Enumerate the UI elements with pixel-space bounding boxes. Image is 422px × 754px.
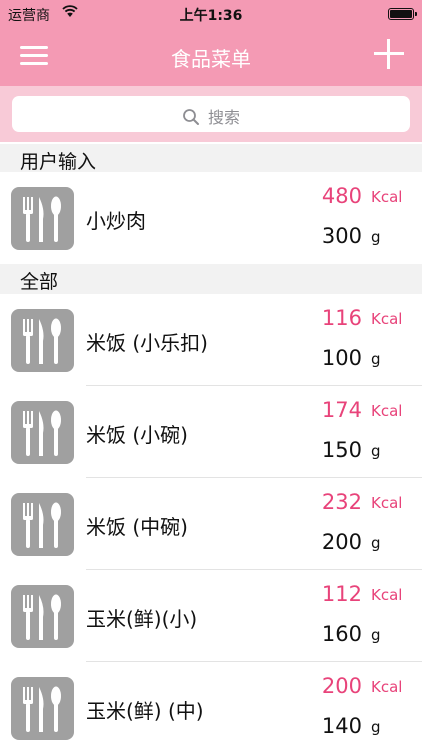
calorie-value: 116 [321, 306, 362, 330]
food-row[interactable]: 玉米(鲜) (中) 200 Kcal 140 g [0, 662, 422, 754]
food-row[interactable]: 米饭 (小乐扣) 116 Kcal 100 g [0, 294, 422, 386]
weight-unit: g [371, 626, 381, 644]
search-icon [183, 109, 199, 125]
cutlery-icon [11, 187, 74, 250]
search-input[interactable]: 搜索 [12, 96, 410, 132]
calorie-value: 480 [321, 184, 362, 208]
status-bar: 运营商 上午1:36 [0, 0, 422, 28]
calorie-unit: Kcal [371, 310, 403, 328]
food-name: 米饭 (小乐扣) [86, 331, 208, 355]
status-time: 上午1:36 [179, 8, 243, 24]
weight-unit: g [371, 534, 381, 552]
cutlery-icon [11, 493, 74, 556]
search-placeholder: 搜索 [207, 108, 240, 127]
calorie-value: 174 [321, 398, 362, 422]
hamburger-menu-icon[interactable] [20, 45, 48, 67]
food-name: 米饭 (小碗) [86, 423, 188, 447]
cutlery-icon [11, 585, 74, 648]
weight-value: 160 [321, 622, 362, 646]
weight-unit: g [371, 228, 381, 246]
plus-icon[interactable] [374, 39, 404, 69]
battery-icon [388, 8, 417, 20]
cutlery-icon [11, 401, 74, 464]
weight-value: 100 [321, 346, 362, 370]
calorie-unit: Kcal [371, 188, 403, 206]
food-row[interactable]: 玉米(鲜)(小) 112 Kcal 160 g [0, 570, 422, 662]
section-header-all: 全部 [0, 264, 422, 294]
food-row[interactable]: 小炒肉 480 Kcal 300 g [0, 172, 422, 264]
food-row[interactable]: 米饭 (中碗) 232 Kcal 200 g [0, 478, 422, 570]
section-header-user-input: 用户输入 [0, 144, 422, 174]
weight-value: 150 [321, 438, 362, 462]
weight-value: 200 [321, 530, 362, 554]
weight-unit: g [371, 442, 381, 460]
calorie-value: 232 [321, 490, 362, 514]
food-name: 小炒肉 [86, 209, 146, 233]
calorie-unit: Kcal [371, 494, 403, 512]
calorie-unit: Kcal [371, 586, 403, 604]
weight-unit: g [371, 718, 381, 736]
navigation-bar: 食品菜单 [0, 28, 422, 86]
food-name: 玉米(鲜)(小) [86, 607, 198, 631]
calorie-value: 200 [321, 674, 362, 698]
food-row[interactable]: 米饭 (小碗) 174 Kcal 150 g [0, 386, 422, 478]
calorie-unit: Kcal [371, 678, 403, 696]
weight-unit: g [371, 350, 381, 368]
weight-value: 140 [321, 714, 362, 738]
calorie-value: 112 [321, 582, 362, 606]
search-bar: 搜索 [0, 86, 422, 142]
food-name: 玉米(鲜) (中) [86, 699, 204, 723]
cutlery-icon [11, 309, 74, 372]
weight-value: 300 [321, 224, 362, 248]
page-title: 食品菜单 [171, 47, 251, 71]
cutlery-icon [11, 677, 74, 740]
food-name: 米饭 (中碗) [86, 515, 188, 539]
calorie-unit: Kcal [371, 402, 403, 420]
